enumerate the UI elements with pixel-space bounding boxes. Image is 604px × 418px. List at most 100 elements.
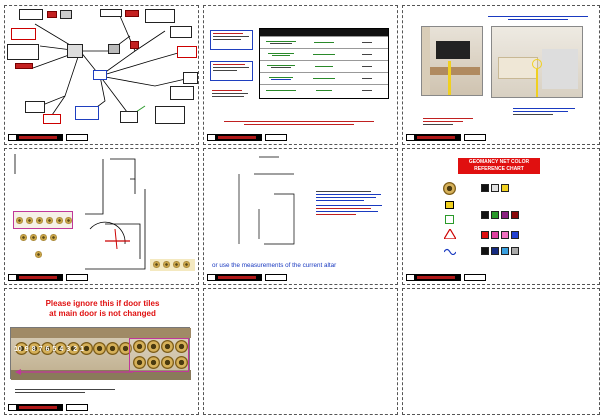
diagram-node: [155, 106, 185, 124]
title-block: [207, 134, 262, 141]
color-chart-title-line2: REFERENCE CHART: [474, 166, 524, 172]
swatch-sky-blue: [501, 247, 509, 255]
color-chart-title: GEOMANCY NET COLOR REFERENCE CHART: [458, 158, 540, 174]
diagram-node: [11, 28, 36, 40]
diagram-node: [93, 70, 107, 80]
diagram-node: [170, 86, 194, 100]
sheet-table: [203, 5, 398, 145]
door-tiles-warning: Please ignore this if door tiles at main…: [5, 299, 198, 319]
swatch-grey: [511, 247, 519, 255]
diagram-node: [183, 72, 198, 84]
tile-number: 10: [14, 346, 22, 353]
swatch-blue: [511, 231, 519, 239]
swatch-black: [481, 184, 489, 192]
title-block: [406, 274, 461, 281]
diagram-node: [170, 26, 192, 38]
diagram-node: [108, 44, 120, 54]
tile-number: 5: [52, 346, 57, 353]
swatch-black: [481, 247, 489, 255]
table-note: [210, 30, 253, 50]
tile-number: 8: [31, 346, 36, 353]
tile-number: 3: [66, 346, 71, 353]
living-room-photo: [421, 26, 483, 96]
altar-measurement-text: [316, 191, 388, 215]
table-note: [210, 61, 253, 81]
reference-table: [259, 28, 389, 99]
swatch-yellow: [501, 184, 509, 192]
coin: [50, 234, 57, 241]
swatch-dark-red: [511, 211, 519, 219]
altar-footer-note: or use the measurements of the current a…: [212, 262, 337, 269]
tile-number: 9: [24, 346, 29, 353]
sheet-relationship-diagram: [4, 5, 199, 145]
swatch-navy: [491, 247, 499, 255]
table-row: [260, 48, 388, 60]
diagram-node: [75, 106, 99, 120]
swatch-purple: [501, 211, 509, 219]
door-tiles-warning-line2: at main door is not changed: [49, 309, 156, 318]
diagram-node: [15, 63, 33, 69]
title-block-stamp: [66, 134, 88, 141]
diagram-node: [43, 114, 61, 124]
sheet-empty: [402, 288, 600, 415]
photo-caption-right: [513, 108, 583, 115]
title-block: [406, 134, 461, 141]
table-row: [260, 84, 388, 96]
triangle-icon: [444, 229, 456, 239]
diagram-node: [145, 9, 175, 23]
tile-number: 1: [80, 346, 84, 353]
tile-numbers: 10 9 8 7 6 5 4 3 2 1: [14, 346, 84, 353]
swatch-green: [491, 211, 499, 219]
bedroom-photo: [491, 26, 583, 98]
sheet-empty: [203, 288, 398, 415]
table-row: [260, 72, 388, 84]
bottom-tile-strip: [150, 259, 195, 271]
diagram-node: [47, 11, 57, 18]
diagram-node: [25, 101, 45, 113]
swatch-magenta: [491, 231, 499, 239]
diagram-node: [60, 10, 72, 19]
tile-number: 2: [73, 346, 78, 353]
coin: [35, 251, 42, 258]
tile-number: 4: [59, 346, 64, 353]
door-tiles-caption: [15, 389, 125, 393]
warning-sign-icon: [445, 201, 454, 209]
diagram-node: [100, 9, 122, 17]
square-frame-icon: [445, 215, 454, 224]
table-header: [260, 29, 388, 36]
sheet-floor-plan: [4, 148, 199, 285]
door-tile-strip: [13, 211, 73, 229]
sheet-photos: [402, 5, 600, 145]
title-block-stamp: [265, 134, 287, 141]
table-row: [260, 36, 388, 48]
direction-arrow: [15, 369, 133, 375]
title-block: [8, 404, 63, 411]
table-note-text: [212, 90, 252, 97]
diagram-node: [120, 111, 138, 123]
swatch-red: [481, 231, 489, 239]
title-block-stamp: [464, 134, 486, 141]
title-block: [207, 274, 262, 281]
coin: [30, 234, 37, 241]
color-chart-title-line1: GEOMANCY NET COLOR: [468, 159, 530, 165]
tile-number: 7: [38, 346, 43, 353]
title-block-stamp: [265, 274, 287, 281]
sheet-color-chart: GEOMANCY NET COLOR REFERENCE CHART: [402, 148, 600, 285]
diagram-node: [19, 9, 43, 20]
coin-symbol: [443, 182, 456, 195]
title-block-stamp: [464, 274, 486, 281]
title-block: [8, 134, 63, 141]
diagram-node: [125, 10, 139, 17]
diagram-node: [7, 44, 39, 60]
photo-caption-left: [423, 118, 478, 125]
photo-caption-top: [488, 16, 593, 20]
swatch-pink: [501, 231, 509, 239]
title-block-stamp: [66, 274, 88, 281]
diagram-node: [67, 44, 83, 58]
sheet-door-tiles: Please ignore this if door tiles at main…: [4, 288, 199, 415]
title-block-stamp: [66, 404, 88, 411]
diagram-node: [130, 41, 139, 49]
table-row: [260, 60, 388, 72]
coin: [20, 234, 27, 241]
wave-icon: [444, 248, 456, 255]
